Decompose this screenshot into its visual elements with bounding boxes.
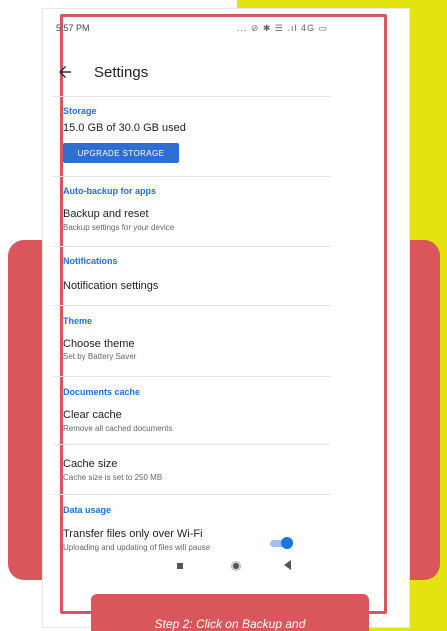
status-time: 5:57 PM [56,23,90,33]
choose-theme-title: Choose theme [63,338,135,350]
divider [53,376,331,377]
backup-and-reset-subtitle: Backup settings for your device [63,223,175,232]
clear-cache-title: Clear cache [63,409,122,421]
backup-and-reset-title: Backup and reset [63,208,149,220]
caption-text: Step 2: Click on Backup and [154,617,306,631]
divider [53,444,331,445]
divider [53,305,331,306]
status-icons: ... ⊘ ✱ ☰ .ıl 4G ▭ [236,23,328,33]
divider [53,246,331,247]
divider [53,96,331,97]
choose-theme-subtitle: Set by Battery Saver [63,352,137,361]
toggle-knob [281,537,293,549]
data-usage-header: Data usage [63,505,112,515]
status-bar: 5:57 PM ... ⊘ ✱ ☰ .ıl 4G ▭ [56,23,328,37]
storage-usage: 15.0 GB of 30.0 GB used [63,122,186,134]
theme-header: Theme [63,316,93,326]
cache-size-title: Cache size [63,458,118,470]
divider [53,494,331,495]
notification-settings-item[interactable]: Notification settings [63,280,158,292]
app-bar: Settings [56,62,328,88]
storage-header: Storage [63,106,97,116]
notifications-header: Notifications [63,256,118,266]
system-nav-bar [56,555,328,575]
cache-size-subtitle: Cache size is set to 250 MB [63,473,163,482]
documents-cache-header: Documents cache [63,387,141,397]
home-icon[interactable] [231,561,241,571]
phone-screen [60,14,387,614]
clear-cache-subtitle: Remove all cached documents [63,424,173,433]
transfer-wifi-title: Transfer files only over Wi-Fi [63,528,203,540]
recents-icon[interactable] [177,563,183,569]
page-title: Settings [94,64,149,81]
divider [53,176,331,177]
auto-backup-header: Auto-backup for apps [63,186,157,196]
nav-back-icon[interactable] [284,560,291,570]
caption-box: Step 2: Click on Backup and [91,594,369,631]
back-arrow-icon[interactable] [56,63,74,81]
upgrade-storage-button[interactable]: UPGRADE STORAGE [63,143,179,163]
transfer-wifi-subtitle: Uploading and updating of files will pau… [63,543,211,552]
wifi-only-toggle[interactable] [270,537,293,549]
